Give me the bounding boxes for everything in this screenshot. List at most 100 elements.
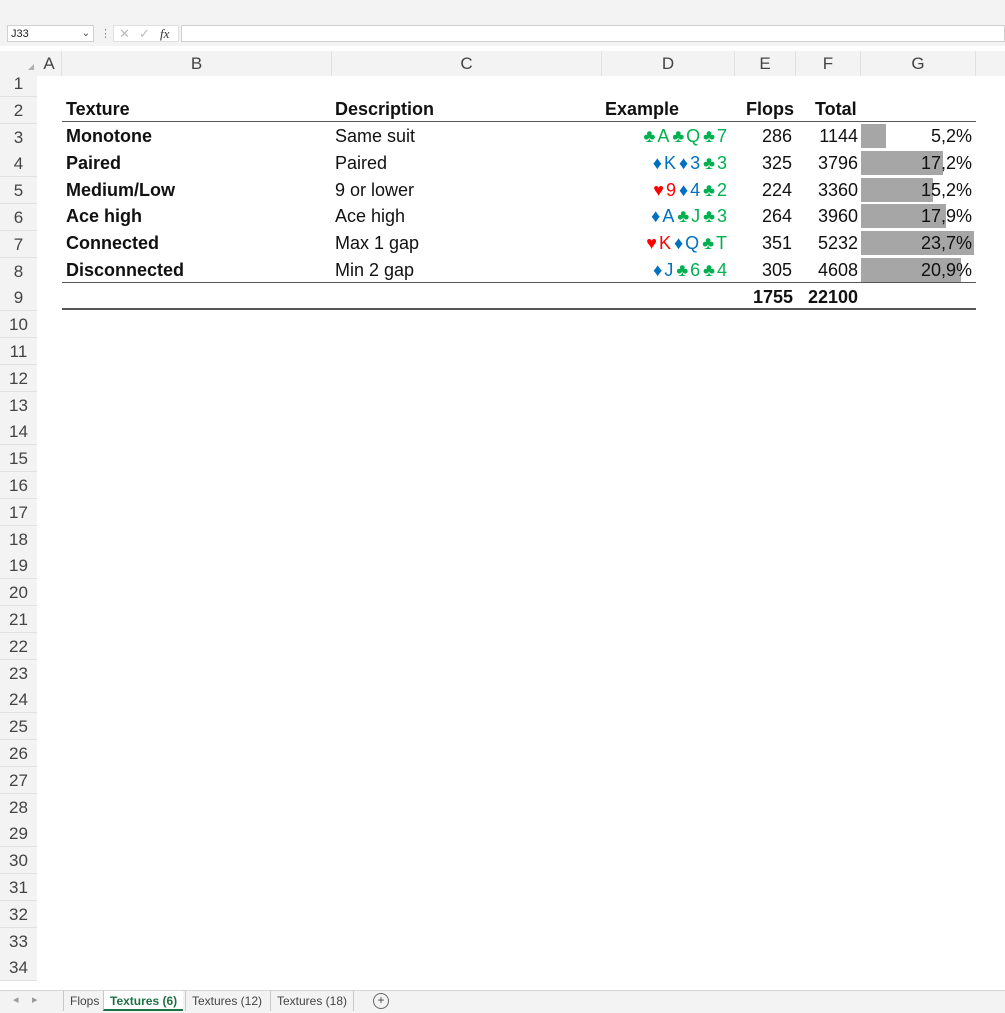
name-box[interactable]: J33 ⌄ (7, 25, 94, 42)
texture-cell[interactable]: Medium/Low (66, 177, 175, 203)
description-cell[interactable]: Min 2 gap (335, 257, 414, 283)
pct-cell[interactable]: 15,2% (861, 177, 972, 203)
total-flops[interactable]: 1755 (735, 284, 793, 310)
row-header-2[interactable]: 2 (0, 96, 37, 124)
row-header-25[interactable]: 25 (0, 713, 37, 741)
row-header-23[interactable]: 23 (0, 659, 37, 687)
column-header-next[interactable] (976, 51, 1005, 76)
sheet-tab-textures-12[interactable]: Textures (12) (185, 991, 268, 1011)
flops-cell[interactable]: 351 (735, 230, 792, 256)
header-total[interactable]: Total (815, 96, 857, 122)
total-cell[interactable]: 5232 (796, 230, 858, 256)
row-header-19[interactable]: 19 (0, 552, 37, 580)
suit-icon: ♥ (653, 180, 664, 200)
row-header-31[interactable]: 31 (0, 874, 37, 901)
row-header-20[interactable]: 20 (0, 579, 37, 607)
sheet-tab-flops[interactable]: Flops (63, 991, 105, 1011)
row-header-5[interactable]: 5 (0, 177, 37, 205)
scroll-tabs-left-icon[interactable]: ◂ (13, 993, 19, 1006)
row-header-11[interactable]: 11 (0, 338, 37, 365)
pct-cell[interactable]: 23,7% (861, 230, 972, 256)
total-cell[interactable]: 4608 (796, 257, 858, 283)
texture-cell[interactable]: Disconnected (66, 257, 184, 283)
enter-icon[interactable]: ✓ (139, 26, 150, 42)
sheet-tab-textures-6[interactable]: Textures (6) (103, 991, 184, 1011)
cancel-icon[interactable]: ✕ (119, 26, 130, 42)
pct-cell[interactable]: 20,9% (861, 257, 972, 283)
row-header-33[interactable]: 33 (0, 927, 37, 955)
description-cell[interactable]: Ace high (335, 203, 405, 229)
example-cell[interactable]: ♣ A ♣ Q ♣ 7 (606, 123, 730, 149)
example-cell[interactable]: ♥ 9 ♦ 4 ♣ 2 (606, 177, 730, 203)
column-header-C[interactable]: C (332, 51, 602, 76)
flops-cell[interactable]: 325 (735, 150, 792, 176)
row-header-32[interactable]: 32 (0, 900, 37, 928)
pct-cell[interactable]: 5,2% (861, 123, 972, 149)
total-cell[interactable]: 3960 (796, 203, 858, 229)
row-header-24[interactable]: 24 (0, 686, 37, 714)
example-cell[interactable]: ♦ A ♣ J ♣ 3 (606, 203, 730, 229)
flops-cell[interactable]: 264 (735, 203, 792, 229)
row-header-7[interactable]: 7 (0, 230, 37, 258)
chevron-down-icon[interactable]: ⌄ (82, 26, 90, 42)
column-header-A[interactable]: A (37, 51, 62, 76)
description-cell[interactable]: 9 or lower (335, 177, 414, 203)
row-header-4[interactable]: 4 (0, 150, 37, 178)
flops-cell[interactable]: 305 (735, 257, 792, 283)
example-cell[interactable]: ♦ J ♣ 6 ♣ 4 (606, 257, 730, 283)
header-flops[interactable]: Flops (746, 96, 794, 122)
row-header-9[interactable]: 9 (0, 284, 37, 312)
row-header-30[interactable]: 30 (0, 847, 37, 875)
row-header-8[interactable]: 8 (0, 257, 37, 285)
row-header-27[interactable]: 27 (0, 766, 37, 794)
add-sheet-icon[interactable]: + (373, 993, 389, 1009)
texture-cell[interactable]: Ace high (66, 203, 142, 229)
row-header-10[interactable]: 10 (0, 311, 37, 339)
formula-input[interactable] (181, 25, 1005, 42)
example-cell[interactable]: ♥ K ♦ Q ♣ T (606, 230, 730, 256)
row-header-6[interactable]: 6 (0, 204, 37, 231)
description-cell[interactable]: Paired (335, 150, 387, 176)
row-header-28[interactable]: 28 (0, 793, 37, 821)
row-header-12[interactable]: 12 (0, 364, 37, 392)
scroll-tabs-right-icon[interactable]: ▸ (32, 993, 38, 1006)
row-header-22[interactable]: 22 (0, 632, 37, 660)
row-header-1[interactable]: 1 (0, 70, 37, 97)
more-options-icon[interactable]: ⋮ (100, 27, 111, 40)
row-header-17[interactable]: 17 (0, 498, 37, 526)
total-cell[interactable]: 3796 (796, 150, 858, 176)
column-header-B[interactable]: B (62, 51, 332, 76)
row-header-13[interactable]: 13 (0, 391, 37, 419)
total-cell[interactable]: 3360 (796, 177, 858, 203)
sheet-tab-textures-18[interactable]: Textures (18) (270, 991, 355, 1011)
row-header-14[interactable]: 14 (0, 418, 37, 446)
row-header-21[interactable]: 21 (0, 606, 37, 633)
row-header-34[interactable]: 34 (0, 954, 37, 982)
header-example[interactable]: Example (605, 96, 679, 122)
total-cell[interactable]: 1144 (796, 123, 858, 149)
pct-cell[interactable]: 17,2% (861, 150, 972, 176)
row-header-16[interactable]: 16 (0, 472, 37, 499)
column-header-G[interactable]: G (861, 51, 976, 76)
header-texture[interactable]: Texture (66, 96, 130, 122)
row-header-18[interactable]: 18 (0, 525, 37, 553)
flops-cell[interactable]: 286 (735, 123, 792, 149)
description-cell[interactable]: Same suit (335, 123, 415, 149)
texture-cell[interactable]: Connected (66, 230, 159, 256)
column-header-D[interactable]: D (602, 51, 735, 76)
texture-cell[interactable]: Paired (66, 150, 121, 176)
texture-cell[interactable]: Monotone (66, 123, 152, 149)
column-header-E[interactable]: E (735, 51, 796, 76)
example-cell[interactable]: ♦ K ♦ 3 ♣ 3 (606, 150, 730, 176)
pct-cell[interactable]: 17,9% (861, 203, 972, 229)
flops-cell[interactable]: 224 (735, 177, 792, 203)
insert-function-icon[interactable]: fx (160, 26, 169, 42)
row-header-26[interactable]: 26 (0, 740, 37, 767)
header-description[interactable]: Description (335, 96, 434, 122)
row-header-29[interactable]: 29 (0, 820, 37, 848)
row-header-3[interactable]: 3 (0, 123, 37, 151)
description-cell[interactable]: Max 1 gap (335, 230, 419, 256)
total-total[interactable]: 22100 (796, 284, 858, 310)
row-header-15[interactable]: 15 (0, 445, 37, 473)
column-header-F[interactable]: F (796, 51, 861, 76)
